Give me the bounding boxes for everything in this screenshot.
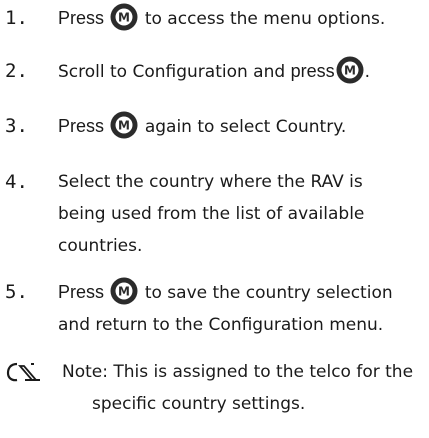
step-text: Press M to save the country selection an… [58,276,423,341]
step-text-after: to access the menu options. [144,9,386,29]
m-button-icon: M [110,111,138,139]
svg-text:M: M [344,64,356,78]
step-number: 3. [5,115,28,137]
step-text-after: again to select Country. [144,117,347,137]
note-line-1: Note: This is assigned to the telco for … [62,356,424,388]
step-text-line: countries. [58,236,143,256]
svg-text:M: M [118,11,130,25]
m-button-icon: M [110,277,138,305]
step-number: 5. [5,281,28,303]
m-button-icon: M [336,56,364,84]
step-text: Scroll to Configuration and press M. [58,55,423,88]
step-number: 1. [5,7,28,29]
step-number: 2. [5,60,28,82]
step-text-line: and return to the Configuration menu. [58,315,384,335]
step-text: Select the country where the RAV is bein… [58,166,423,262]
step-text: Press M to access the menu options. [58,2,423,35]
step-text-line: Select the country where the RAV is [58,172,363,192]
press-word: press [290,61,335,81]
press-word: Press [58,116,105,136]
press-word: Press [58,8,105,28]
m-button-icon: M [110,3,138,31]
step-text: Press M again to select Country. [58,110,423,143]
step-text-before: Scroll to Configuration and [58,62,286,82]
svg-text:M: M [118,285,130,299]
note-line-1-text: This is assigned to the telco for the [113,362,414,382]
press-word: Press [58,282,105,302]
step-number: 4. [5,171,28,193]
step-text-after: . [364,62,370,82]
svg-text:M: M [118,119,130,133]
note-line-2: specific country settings. [92,394,306,414]
note-label: Note: [62,362,108,382]
step-text-after: to save the country selection [144,283,393,303]
note-icon [5,360,45,384]
note-text: Note: This is assigned to the telco for … [62,356,424,420]
step-text-line: Press M to save the country selection [58,276,423,309]
step-text-line: being used from the list of available [58,204,365,224]
